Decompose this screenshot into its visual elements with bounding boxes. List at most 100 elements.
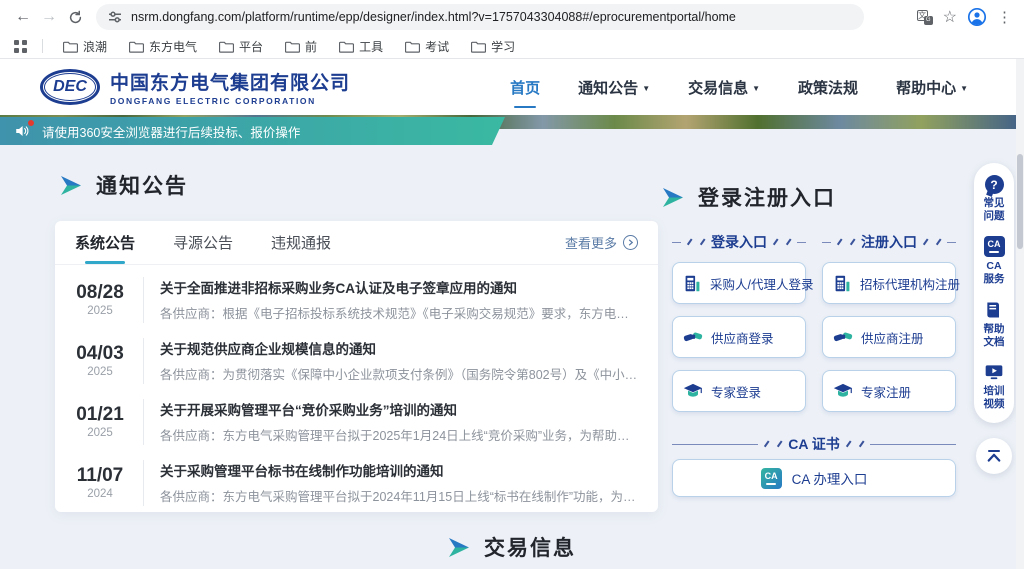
- expert-login-button[interactable]: 专家登录: [672, 370, 806, 412]
- bookmark-label: 平台: [239, 38, 263, 55]
- notice-date-md: 04/03: [67, 343, 133, 365]
- decorative-tick: [859, 441, 864, 448]
- nav-trade-info[interactable]: 交易信息▼: [688, 71, 760, 104]
- notice-row[interactable]: 08/28 2025 关于全面推进非招标采购业务CA认证及电子签章应用的通知 各…: [67, 269, 638, 330]
- decorative-tick: [700, 239, 705, 246]
- nav-home[interactable]: 首页: [510, 71, 540, 104]
- notice-row[interactable]: 11/07 2024 关于采购管理平台标书在线制作功能培训的通知 各供应商：东方…: [67, 452, 638, 512]
- notice-date: 08/28 2025: [67, 282, 133, 317]
- folder-icon: [129, 40, 144, 53]
- bidding-agency-register-button[interactable]: 招标代理机构注册: [822, 262, 956, 304]
- tab-system-notices[interactable]: 系统公告: [75, 221, 135, 264]
- nav-label: 首页: [510, 77, 540, 98]
- buyer-agent-login-button[interactable]: 采购人/代理人登录: [672, 262, 806, 304]
- bookmark-label: 工具: [359, 38, 383, 55]
- entry-button-label: 专家登录: [711, 382, 761, 401]
- rail-training-videos[interactable]: 培训视频: [984, 362, 1005, 411]
- site-settings-icon[interactable]: [108, 10, 122, 24]
- bookmark-folder-xuexi[interactable]: 学习: [463, 36, 523, 57]
- divider: [143, 460, 144, 506]
- folder-icon: [63, 40, 78, 53]
- view-more-label: 查看更多: [565, 233, 617, 252]
- page-scrollbar[interactable]: [1016, 59, 1024, 569]
- company-logo[interactable]: DEC 中国东方电气集团有限公司 DONGFANG ELECTRIC CORPO…: [40, 68, 350, 106]
- register-group-text: 注册入口: [861, 232, 917, 252]
- notice-desc: 各供应商：东方电气采购管理平台拟于2024年11月15日上线“标书在线制作”功能…: [160, 486, 638, 505]
- bookmarks-bar: 浪潮 东方电气 平台 前 工具 考试 学习: [0, 34, 1024, 59]
- notices-tab-bar: 系统公告 寻源公告 违规通报 查看更多: [55, 221, 658, 265]
- browser-menu-icon[interactable]: ⋮: [997, 8, 1012, 26]
- notice-date-year: 2024: [67, 488, 133, 500]
- bookmark-label: 前: [305, 38, 317, 55]
- entry-button-label: 供应商注册: [861, 328, 924, 347]
- bookmark-folder-dongfang[interactable]: 东方电气: [121, 36, 205, 57]
- arrow-icon: [60, 176, 82, 195]
- bookmark-folder-pingtai[interactable]: 平台: [211, 36, 271, 57]
- notice-title[interactable]: 关于采购管理平台标书在线制作功能培训的通知: [160, 460, 638, 480]
- trade-section-title: 交易信息: [484, 532, 576, 562]
- notice-row[interactable]: 01/21 2025 关于开展采购管理平台“竞价采购业务”培训的通知 各供应商：…: [67, 391, 638, 452]
- folder-icon: [285, 40, 300, 53]
- supplier-register-button[interactable]: 供应商注册: [822, 316, 956, 358]
- rail-faq[interactable]: ? 常见问题: [984, 175, 1005, 223]
- notice-desc: 各供应商：为贯彻落实《保障中小企业款项支付条例》（国务院令第802号）及《中小企…: [160, 364, 638, 383]
- profile-avatar-icon[interactable]: [967, 7, 987, 27]
- login-group-text: 登录入口: [711, 232, 767, 252]
- notice-date: 01/21 2025: [67, 404, 133, 439]
- view-more-link[interactable]: 查看更多: [565, 233, 638, 252]
- bookmark-folder-langchao[interactable]: 浪潮: [55, 36, 115, 57]
- video-icon: [984, 362, 1004, 382]
- notice-title[interactable]: 关于规范供应商企业规模信息的通知: [160, 338, 638, 358]
- supplier-login-button[interactable]: 供应商登录: [672, 316, 806, 358]
- translate-icon[interactable]: 文 G: [917, 10, 933, 25]
- notice-title[interactable]: 关于开展采购管理平台“竞价采购业务”培训的通知: [160, 399, 638, 419]
- chevron-right-circle-icon: [623, 235, 638, 250]
- arrow-icon: [662, 188, 684, 207]
- nav-help-center[interactable]: 帮助中心▼: [896, 71, 968, 104]
- tab-violation-reports[interactable]: 违规通报: [271, 221, 331, 264]
- scrollbar-thumb[interactable]: [1017, 154, 1023, 249]
- toolbar-right: 文 G ☆ ⋮: [917, 7, 1014, 27]
- bookmark-folder-qian[interactable]: 前: [277, 36, 325, 57]
- ca-entry-button[interactable]: CA CA 办理入口: [672, 459, 956, 497]
- nav-notices[interactable]: 通知公告▼: [578, 71, 650, 104]
- decorative-tick: [777, 441, 782, 448]
- dec-logo-icon: DEC: [40, 69, 100, 105]
- main-nav: 首页 通知公告▼ 交易信息▼ 政策法规 帮助中心▼: [510, 71, 986, 104]
- bookmark-folder-gongju[interactable]: 工具: [331, 36, 391, 57]
- rail-ca-label: CA服务: [984, 260, 1005, 286]
- forward-icon[interactable]: →: [36, 4, 62, 30]
- notice-title[interactable]: 关于全面推进非招标采购业务CA认证及电子签章应用的通知: [160, 277, 638, 297]
- expert-register-button[interactable]: 专家注册: [822, 370, 956, 412]
- ca-entry-label: CA 办理入口: [792, 468, 868, 488]
- tab-sourcing-notices[interactable]: 寻源公告: [173, 221, 233, 264]
- notice-desc: 各供应商：东方电气采购管理平台拟于2025年1月24日上线“竞价采购”业务，为帮…: [160, 425, 638, 444]
- bookmark-folder-kaoshi[interactable]: 考试: [397, 36, 457, 57]
- company-name-cn: 中国东方电气集团有限公司: [110, 68, 350, 95]
- notice-date-md: 11/07: [67, 465, 133, 487]
- decorative-line: [672, 444, 758, 445]
- reload-icon[interactable]: [62, 4, 88, 30]
- url-text[interactable]: nsrm.dongfang.com/platform/runtime/epp/d…: [131, 10, 736, 24]
- graduation-cap-icon: [833, 381, 853, 401]
- bookmark-star-icon[interactable]: ☆: [943, 7, 957, 27]
- bookmark-label: 东方电气: [149, 38, 197, 55]
- notice-text: 关于采购管理平台标书在线制作功能培训的通知 各供应商：东方电气采购管理平台拟于2…: [160, 460, 638, 505]
- handshake-icon: [683, 327, 703, 347]
- rail-help-docs[interactable]: 帮助文档: [984, 300, 1005, 349]
- rail-ca-service[interactable]: CA CA服务: [984, 236, 1005, 286]
- question-bubble-icon: ?: [985, 175, 1004, 194]
- notices-list: 08/28 2025 关于全面推进非招标采购业务CA认证及电子签章应用的通知 各…: [55, 265, 658, 512]
- notice-row[interactable]: 04/03 2025 关于规范供应商企业规模信息的通知 各供应商：为贯彻落实《保…: [67, 330, 638, 391]
- notice-date-year: 2025: [67, 427, 133, 439]
- nav-policies[interactable]: 政策法规: [798, 71, 858, 104]
- ca-badge-text: CA: [988, 240, 1001, 249]
- apps-grid-icon[interactable]: [10, 36, 30, 56]
- decorative-tick: [786, 239, 791, 246]
- ca-badge-icon: CA: [984, 236, 1005, 257]
- back-icon[interactable]: ←: [10, 4, 36, 30]
- url-bar[interactable]: nsrm.dongfang.com/platform/runtime/epp/d…: [96, 4, 864, 30]
- decorative-line: [870, 444, 956, 445]
- nav-label: 交易信息: [688, 77, 748, 98]
- collapse-to-top-button[interactable]: [976, 438, 1012, 474]
